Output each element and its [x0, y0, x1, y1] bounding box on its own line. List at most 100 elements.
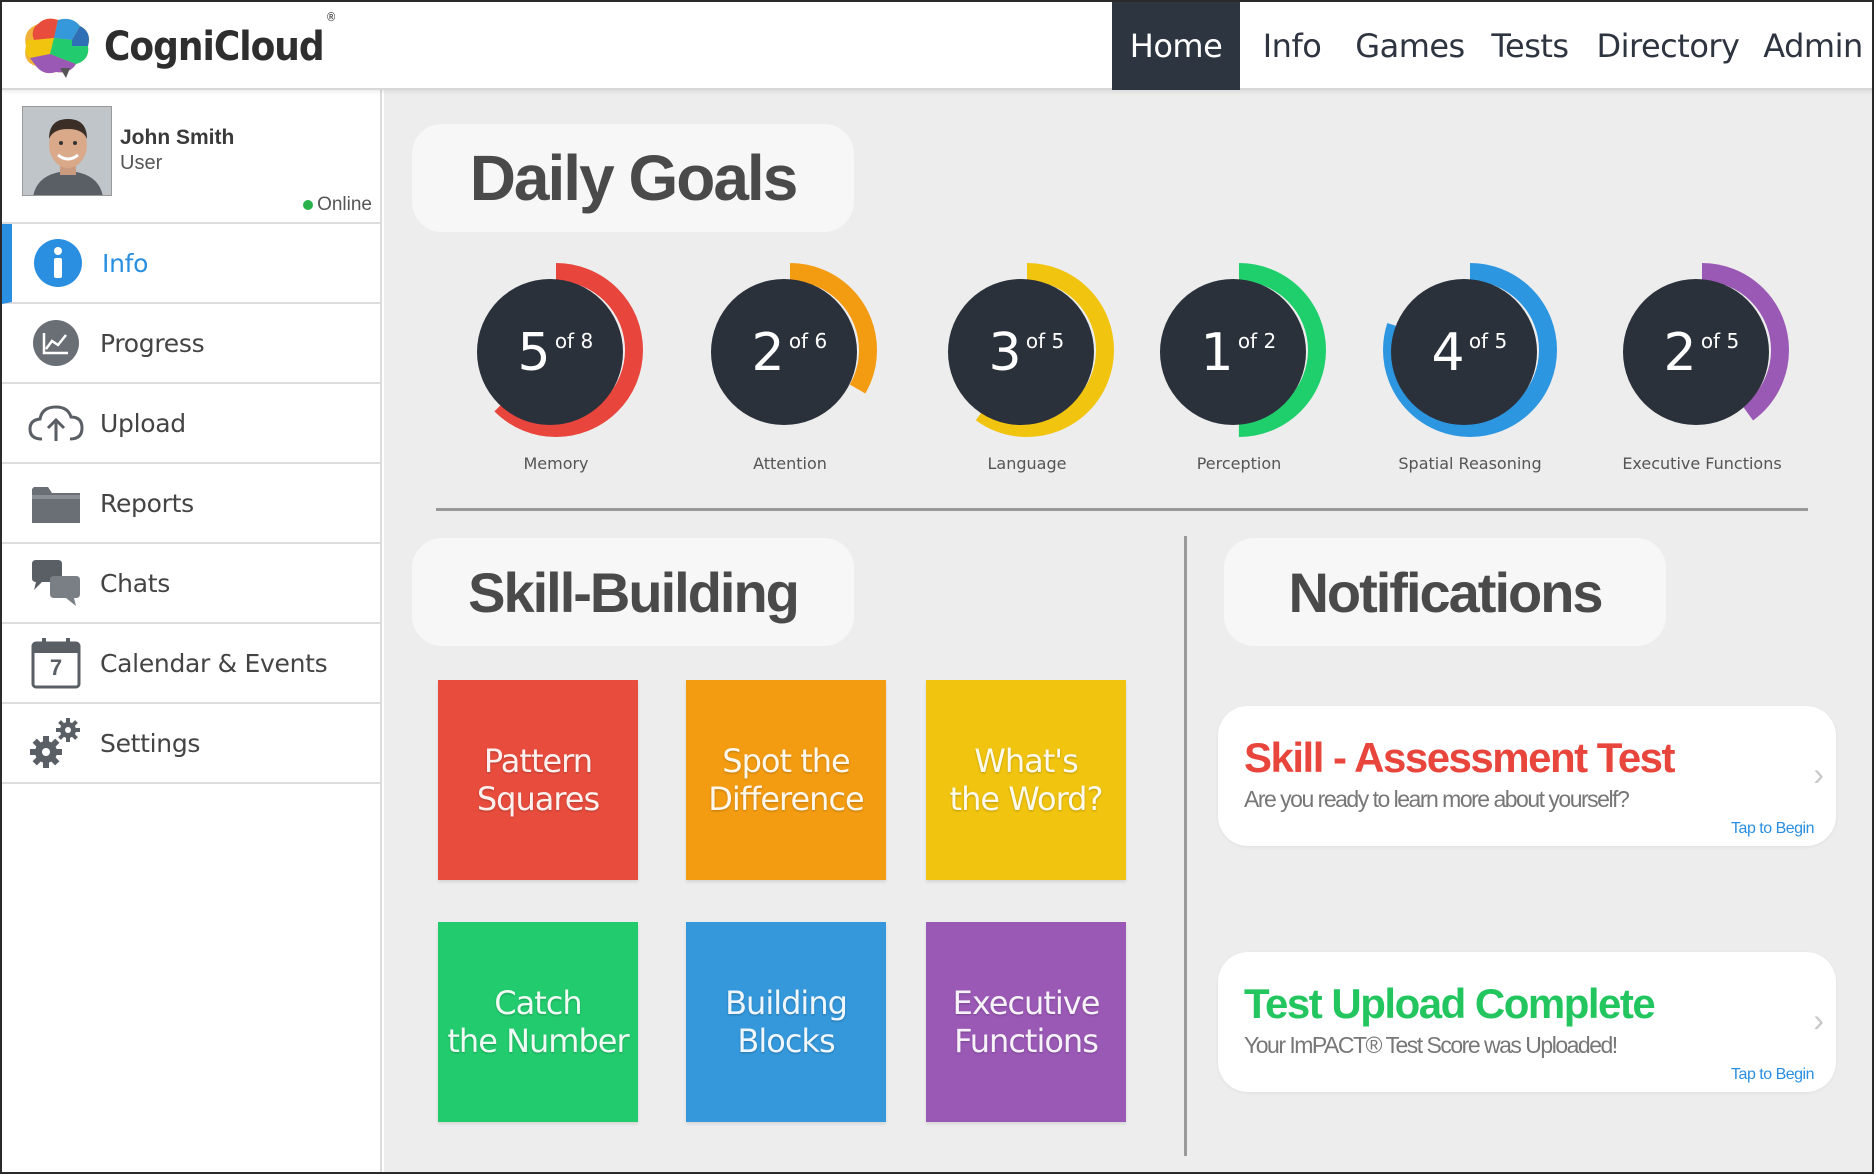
calendar-day-text: 7 — [49, 655, 63, 680]
goal-ring[interactable]: 2 of 5 Executive Functions — [1602, 250, 1802, 473]
goal-total: of 5 — [1469, 329, 1507, 353]
goal-value: 4 — [1431, 323, 1464, 383]
goal-label: Spatial Reasoning — [1398, 454, 1542, 473]
app-window: CogniCloud® Home Info Games Tests Direct… — [0, 0, 1874, 1174]
goal-ring[interactable]: 1 of 2 Perception — [1139, 250, 1339, 473]
brain-logo-icon — [25, 18, 89, 78]
section-divider — [436, 508, 1808, 511]
nav-games[interactable]: Games — [1344, 2, 1476, 90]
notification-title: Skill - Assessment Test — [1244, 734, 1676, 781]
skill-tile[interactable]: What's the Word? — [926, 680, 1126, 880]
goal-total: of 6 — [789, 329, 827, 353]
sidebar-item-reports[interactable]: Reports — [2, 464, 380, 544]
notification-title: Test Upload Complete — [1244, 980, 1656, 1027]
main-content: Daily Goals 5 of 8 Memory 2 of 6 Attention 3 of… — [384, 90, 1872, 1172]
goal-label: Memory — [523, 454, 589, 473]
sidebar-item-calendar[interactable]: 7 Calendar & Events — [2, 624, 380, 704]
user-name: John Smith — [120, 126, 235, 149]
goal-ring[interactable]: 4 of 5 Spatial Reasoning — [1370, 250, 1570, 473]
skill-tile-label: Catch the Number — [447, 984, 629, 1060]
goal-value: 5 — [517, 323, 550, 383]
chevron-right-icon: › — [1813, 756, 1824, 792]
goal-label: Executive Functions — [1622, 454, 1782, 473]
goal-value: 3 — [988, 323, 1021, 383]
sidebar-item-label: Progress — [100, 328, 205, 358]
goal-label: Language — [987, 454, 1067, 473]
calendar-icon: 7 — [28, 635, 84, 691]
notification-subtitle: Are you ready to learn more about yourse… — [1244, 786, 1630, 812]
nav-directory[interactable]: Directory — [1584, 2, 1752, 90]
chart-icon — [28, 315, 84, 371]
nav-tests[interactable]: Tests — [1476, 2, 1584, 90]
goal-progress-ring: 2 of 5 — [1615, 263, 1789, 437]
skill-tile[interactable]: Building Blocks — [686, 922, 886, 1122]
sidebar-item-label: Settings — [100, 728, 201, 758]
nav-home[interactable]: Home — [1112, 2, 1240, 90]
sidebar: John Smith User Online Info Progress Upl… — [2, 90, 382, 1172]
goal-progress-ring: 4 of 5 — [1383, 263, 1557, 437]
main-nav: Home Info Games Tests Directory Admin — [1112, 2, 1872, 90]
skill-tile[interactable]: Spot the Difference — [686, 680, 886, 880]
status-badge: Online — [303, 194, 372, 216]
nav-info[interactable]: Info — [1240, 2, 1344, 90]
goal-progress-ring: 3 of 5 — [940, 263, 1114, 437]
goal-ring[interactable]: 5 of 8 Memory — [456, 250, 656, 473]
skill-tile-label: Pattern Squares — [476, 742, 600, 818]
sidebar-item-progress[interactable]: Progress — [2, 304, 380, 384]
notification-card[interactable]: Skill - Assessment Test Are you ready to… — [1218, 706, 1836, 846]
gears-icon — [28, 715, 84, 771]
tap-to-begin-link[interactable]: Tap to Begin — [1731, 1066, 1814, 1084]
sidebar-item-label: Chats — [100, 568, 170, 598]
skill-tile[interactable]: Executive Functions — [926, 922, 1126, 1122]
nav-admin[interactable]: Admin — [1752, 2, 1872, 90]
goal-label: Perception — [1196, 454, 1282, 473]
sidebar-item-label: Calendar & Events — [100, 648, 328, 678]
skill-tile[interactable]: Catch the Number — [438, 922, 638, 1122]
sidebar-item-chats[interactable]: Chats — [2, 544, 380, 624]
sidebar-item-settings[interactable]: Settings — [2, 704, 380, 784]
goal-value: 1 — [1200, 323, 1233, 383]
avatar[interactable] — [22, 106, 112, 196]
sidebar-item-info[interactable]: Info — [2, 224, 380, 304]
sidebar-item-label: Info — [102, 248, 149, 278]
chevron-right-icon: › — [1813, 1002, 1824, 1038]
skill-building-title: Skill-Building — [412, 538, 854, 646]
logo[interactable]: CogniCloud® — [20, 10, 336, 78]
goal-total: of 2 — [1238, 329, 1276, 353]
sidebar-item-label: Upload — [100, 408, 186, 438]
goal-label: Attention — [753, 454, 827, 473]
goal-total: of 8 — [555, 329, 593, 353]
goal-ring[interactable]: 2 of 6 Attention — [690, 250, 890, 473]
goal-value: 2 — [1663, 323, 1696, 383]
cloud-upload-icon — [28, 395, 84, 451]
skill-tile[interactable]: Pattern Squares — [438, 680, 638, 880]
skill-tile-label: What's the Word? — [949, 742, 1104, 818]
goal-total: of 5 — [1026, 329, 1064, 353]
user-profile: John Smith User Online — [2, 90, 380, 224]
notification-card[interactable]: Test Upload Complete Your ImPACT® Test S… — [1218, 952, 1836, 1092]
chat-bubbles-icon — [28, 555, 84, 611]
info-icon — [30, 235, 86, 291]
online-dot-icon — [303, 200, 314, 210]
goal-progress-ring: 5 of 8 — [469, 263, 643, 437]
goal-progress-ring: 2 of 6 — [703, 263, 877, 437]
skill-tile-label: Executive Functions — [952, 984, 1101, 1060]
column-divider — [1184, 536, 1187, 1156]
user-role: User — [120, 152, 163, 174]
daily-goals-title: Daily Goals — [412, 124, 854, 232]
sidebar-item-label: Reports — [100, 488, 194, 518]
top-bar: CogniCloud® Home Info Games Tests Direct… — [2, 2, 1872, 90]
skill-tile-label: Building Blocks — [725, 984, 848, 1060]
tap-to-begin-link[interactable]: Tap to Begin — [1731, 820, 1814, 838]
notification-subtitle: Your ImPACT® Test Score was Uploaded! — [1244, 1032, 1618, 1058]
goal-value: 2 — [751, 323, 784, 383]
skill-tile-label: Spot the Difference — [708, 742, 864, 818]
user-photo-icon — [23, 107, 111, 195]
folder-icon — [28, 475, 84, 531]
app-name-text: CogniCloud — [104, 24, 325, 70]
registered-mark: ® — [325, 10, 337, 24]
app-name: CogniCloud® — [104, 10, 336, 70]
status-text: Online — [317, 194, 372, 215]
sidebar-item-upload[interactable]: Upload — [2, 384, 380, 464]
goal-ring[interactable]: 3 of 5 Language — [927, 250, 1127, 473]
